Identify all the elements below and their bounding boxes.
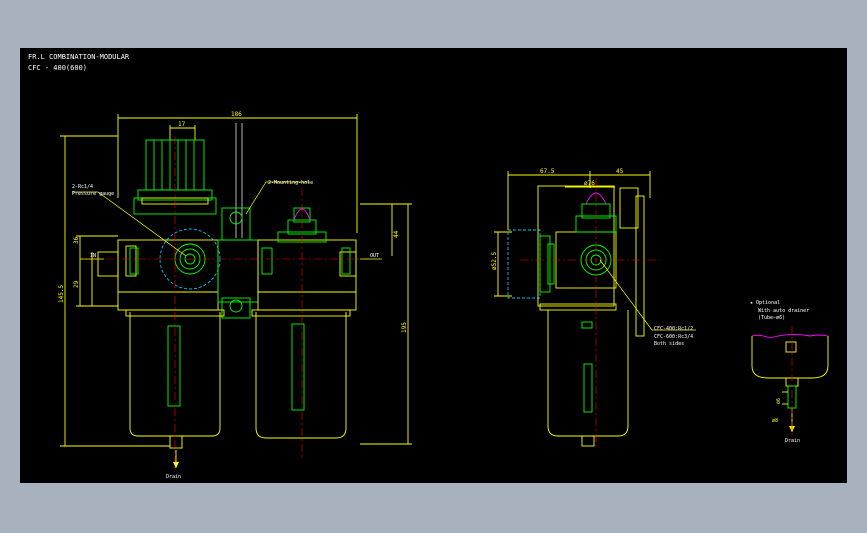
side-body <box>537 185 645 447</box>
front-view: 186 17 145.5 36 29 195 44 <box>58 111 412 468</box>
mount-hole-note: 2-Mounting-hole <box>268 180 313 186</box>
dim-text-17: 17 <box>178 121 186 128</box>
thread-note-2: CFC-600:Rc3/4 <box>654 334 693 340</box>
port-note-1: 2-Rc1/4 <box>72 184 93 190</box>
cad-viewer-window: FR.L COMBINATION-MODULAR CFC - 400(600) … <box>0 0 867 533</box>
drawing-canvas: FR.L COMBINATION-MODULAR CFC - 400(600) … <box>28 53 829 480</box>
dim-text-145-5: 145.5 <box>58 285 65 303</box>
dim-text-186: 186 <box>231 111 242 118</box>
side-dim-gauge: ø52.5 <box>491 252 498 270</box>
dim-text-36: 36 <box>73 236 80 244</box>
drawing-title: FR.L COMBINATION-MODULAR <box>28 53 130 61</box>
thread-note-1: CFC-400:Rc1/2 <box>654 326 693 332</box>
pressure-gauge <box>507 229 541 299</box>
dim-text-29: 29 <box>73 280 80 288</box>
dim-text-195: 195 <box>401 322 408 333</box>
thread-note-3: Both sides <box>654 341 684 347</box>
detail-dim-b: ø8 <box>772 418 778 424</box>
drain-label-detail: Drain <box>785 438 800 444</box>
auto-drainer-detail <box>751 326 829 440</box>
dim-text-44: 44 <box>393 230 400 238</box>
auto-drainer-note: With auto drainer <box>758 308 809 314</box>
modular-joint <box>217 207 259 319</box>
out-port-label: OUT <box>370 253 379 259</box>
tube-note: (Tube—ø6) <box>758 315 785 321</box>
detail-dim-a: ö6 <box>776 398 782 404</box>
drawing-subtitle: CFC - 400(600) <box>28 64 87 72</box>
side-dim-67-5: 67.5 <box>540 168 555 175</box>
lubricator-body <box>257 239 357 311</box>
lubricator-bowl <box>251 309 351 439</box>
drain-label-front: Drain <box>166 474 181 480</box>
side-view: 67.5 45 ø76 ø52.5 <box>491 168 696 448</box>
cad-viewport[interactable]: FR.L COMBINATION-MODULAR CFC - 400(600) … <box>20 48 847 483</box>
side-dim-45: 45 <box>616 168 624 175</box>
port-note-2: Pressure gauge <box>72 191 114 197</box>
filter-regulator-body <box>97 239 219 311</box>
optional-note: ★ Optional <box>750 300 780 306</box>
in-port-label: IN <box>90 253 96 259</box>
